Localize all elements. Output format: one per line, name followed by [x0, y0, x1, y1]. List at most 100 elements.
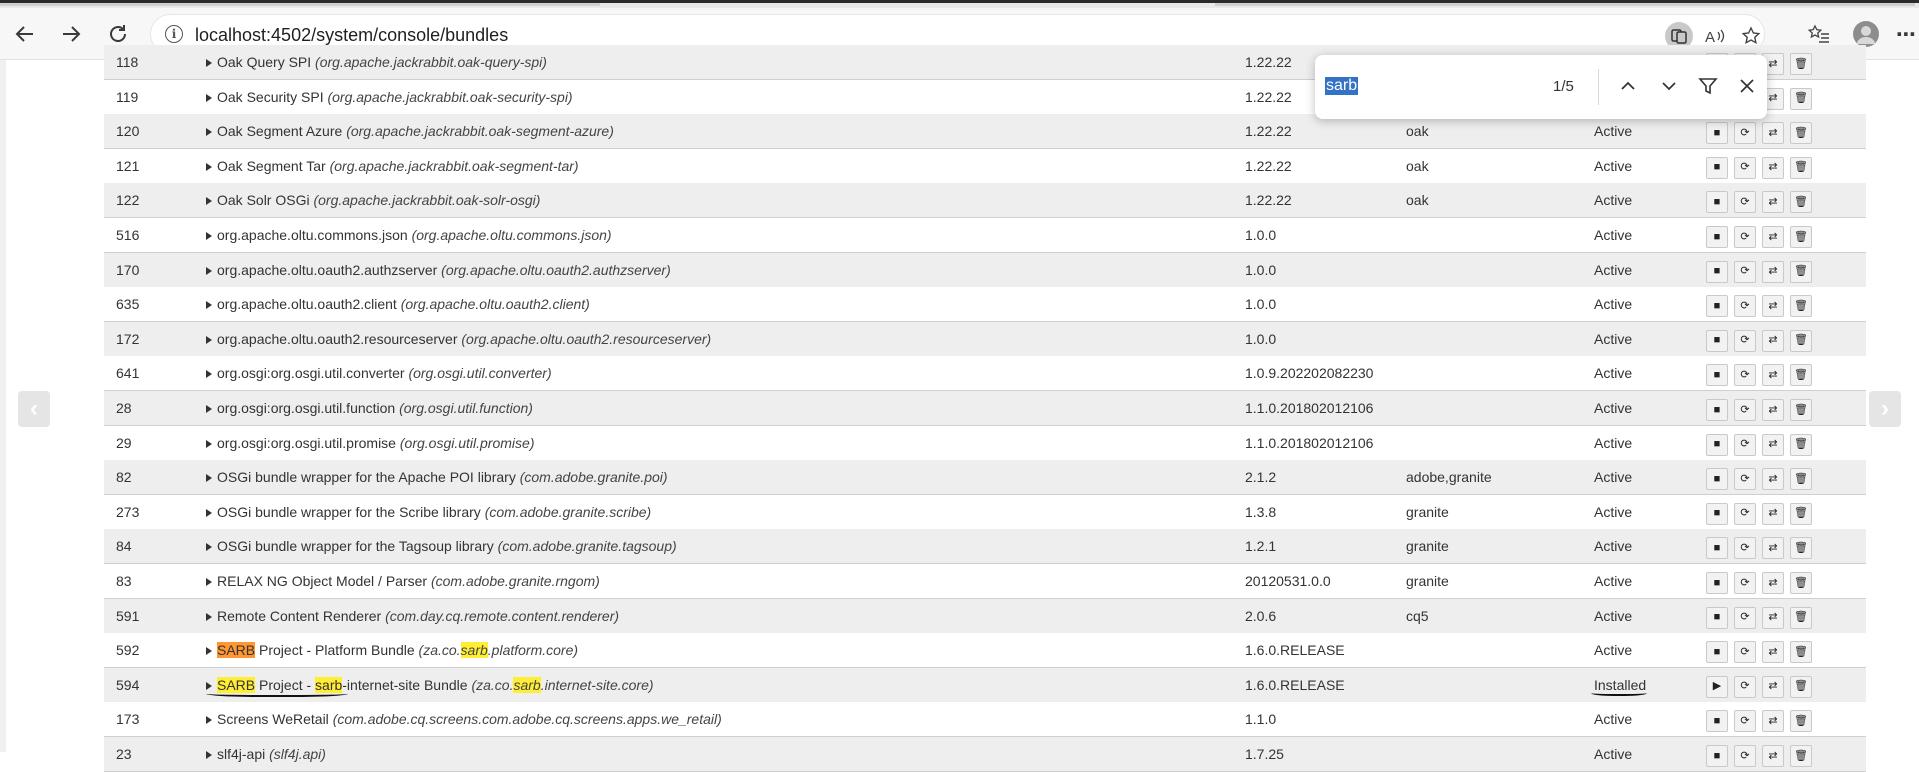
bundle-name[interactable]: Remote Content Renderer (com.day.cq.remo…: [206, 608, 619, 624]
find-previous-chevron-up-icon[interactable]: [1615, 73, 1641, 99]
refresh-button[interactable]: ⟳: [1734, 295, 1756, 318]
expand-triangle-icon[interactable]: [206, 508, 212, 517]
bundle-name[interactable]: org.apache.oltu.commons.json (org.apache…: [206, 227, 612, 243]
update-button[interactable]: ⇄: [1762, 572, 1784, 594]
bundle-name[interactable]: slf4j-api (slf4j.api): [206, 746, 326, 762]
bundle-name[interactable]: Oak Security SPI (org.apache.jackrabbit.…: [206, 89, 573, 105]
refresh-button[interactable]: ⟳: [1734, 675, 1756, 698]
bundle-name-text[interactable]: Oak Security SPI: [217, 89, 327, 105]
bundle-name-text[interactable]: Oak Segment Azure: [217, 123, 346, 139]
favorites-list-icon[interactable]: [1805, 20, 1833, 48]
bundle-name-text[interactable]: Oak Solr OSGi: [217, 192, 313, 208]
bundle-name-text[interactable]: OSGi bundle wrapper for the Apache POI l…: [217, 469, 520, 485]
expand-triangle-icon[interactable]: [206, 128, 212, 137]
stop-button[interactable]: ■: [1706, 364, 1728, 387]
update-button[interactable]: ⇄: [1762, 122, 1784, 145]
stop-button[interactable]: ■: [1706, 710, 1728, 733]
delete-button[interactable]: 🗑: [1790, 156, 1812, 179]
bundle-name-text[interactable]: Screens WeRetail: [217, 711, 333, 727]
bundle-name-text[interactable]: org.apache.oltu.oauth2.resourceserver: [217, 331, 461, 347]
stop-button[interactable]: ■: [1706, 537, 1728, 560]
refresh-button[interactable]: ⟳: [1734, 122, 1756, 145]
stop-button[interactable]: ■: [1706, 156, 1728, 179]
delete-button[interactable]: 🗑: [1790, 295, 1812, 318]
delete-button[interactable]: 🗑: [1790, 226, 1812, 248]
bundle-name[interactable]: org.osgi:org.osgi.util.promise (org.osgi…: [206, 435, 534, 451]
bundle-name-text[interactable]: org.osgi:org.osgi.util.function: [217, 400, 399, 416]
stop-button[interactable]: ■: [1706, 641, 1728, 664]
refresh-button[interactable]: ⟳: [1734, 537, 1756, 560]
refresh-button[interactable]: ⟳: [1734, 399, 1756, 421]
expand-triangle-icon[interactable]: [206, 751, 212, 759]
bundle-name[interactable]: org.apache.oltu.oauth2.client (org.apach…: [206, 296, 590, 312]
update-button[interactable]: ⇄: [1762, 537, 1784, 560]
back-icon[interactable]: [11, 20, 39, 48]
bundle-name[interactable]: Oak Segment Azure (org.apache.jackrabbit…: [206, 123, 614, 139]
stop-button[interactable]: ■: [1706, 191, 1728, 214]
refresh-button[interactable]: ⟳: [1734, 710, 1756, 733]
update-button[interactable]: ⇄: [1762, 502, 1784, 525]
stop-button[interactable]: ■: [1706, 502, 1728, 525]
forward-icon[interactable]: [57, 20, 85, 48]
reload-icon[interactable]: [104, 20, 132, 48]
delete-button[interactable]: 🗑: [1790, 53, 1812, 75]
bundle-name-text[interactable]: org.apache.oltu.oauth2.authzserver: [217, 262, 441, 278]
update-button[interactable]: ⇄: [1762, 226, 1784, 248]
bundle-name[interactable]: OSGi bundle wrapper for the Scribe libra…: [206, 504, 651, 520]
stop-button[interactable]: ■: [1706, 399, 1728, 421]
bundle-name[interactable]: SARB Project - Platform Bundle (za.co.sa…: [206, 642, 578, 659]
bundle-name[interactable]: OSGi bundle wrapper for the Apache POI l…: [206, 469, 668, 485]
delete-button[interactable]: 🗑: [1790, 606, 1812, 629]
refresh-button[interactable]: ⟳: [1734, 641, 1756, 664]
update-button[interactable]: ⇄: [1762, 641, 1784, 664]
bundle-name-text[interactable]: org.apache.oltu.commons.json: [217, 227, 412, 243]
bundle-name-text[interactable]: slf4j-api: [217, 746, 269, 762]
bundle-name-text[interactable]: RELAX NG Object Model / Parser: [217, 573, 431, 589]
bundle-name-text[interactable]: Remote Content Renderer: [217, 608, 385, 624]
refresh-button[interactable]: ⟳: [1734, 329, 1756, 352]
expand-triangle-icon[interactable]: [206, 474, 212, 483]
bundle-name[interactable]: RELAX NG Object Model / Parser (com.adob…: [206, 573, 600, 589]
url-text[interactable]: localhost:4502/system/console/bundles: [195, 25, 508, 46]
refresh-button[interactable]: ⟳: [1734, 226, 1756, 248]
update-button[interactable]: ⇄: [1762, 329, 1784, 352]
bundle-name-text[interactable]: OSGi bundle wrapper for the Scribe libra…: [217, 504, 485, 520]
stop-button[interactable]: ■: [1706, 745, 1728, 767]
stop-button[interactable]: ■: [1706, 295, 1728, 318]
refresh-button[interactable]: ⟳: [1734, 606, 1756, 629]
update-button[interactable]: ⇄: [1762, 364, 1784, 387]
update-button[interactable]: ⇄: [1762, 710, 1784, 733]
expand-triangle-icon[interactable]: [206, 59, 212, 67]
refresh-button[interactable]: ⟳: [1734, 156, 1756, 179]
delete-button[interactable]: 🗑: [1790, 675, 1812, 698]
refresh-button[interactable]: ⟳: [1734, 502, 1756, 525]
expand-triangle-icon[interactable]: [206, 335, 212, 344]
stop-button[interactable]: ■: [1706, 468, 1728, 491]
delete-button[interactable]: 🗑: [1790, 364, 1812, 387]
stop-button[interactable]: ■: [1706, 329, 1728, 352]
find-filter-icon[interactable]: [1695, 73, 1721, 99]
expand-triangle-icon[interactable]: [206, 647, 212, 656]
expand-triangle-icon[interactable]: [206, 266, 212, 275]
stop-button[interactable]: ■: [1706, 122, 1728, 145]
update-button[interactable]: ⇄: [1762, 468, 1784, 491]
find-next-chevron-down-icon[interactable]: [1656, 73, 1682, 99]
bundle-name-text[interactable]: org.osgi:org.osgi.util.promise: [217, 435, 400, 451]
delete-button[interactable]: 🗑: [1790, 710, 1812, 733]
next-page-arrow-icon[interactable]: ›: [1869, 391, 1901, 427]
update-button[interactable]: ⇄: [1762, 156, 1784, 179]
update-button[interactable]: ⇄: [1762, 745, 1784, 767]
update-button[interactable]: ⇄: [1762, 675, 1784, 698]
delete-button[interactable]: 🗑: [1790, 502, 1812, 525]
delete-button[interactable]: 🗑: [1790, 122, 1812, 145]
bundle-name[interactable]: org.osgi:org.osgi.util.converter (org.os…: [206, 365, 552, 381]
refresh-button[interactable]: ⟳: [1734, 260, 1756, 283]
delete-button[interactable]: 🗑: [1790, 745, 1812, 767]
bundle-name[interactable]: Oak Query SPI (org.apache.jackrabbit.oak…: [206, 54, 547, 70]
expand-triangle-icon[interactable]: [206, 439, 212, 448]
delete-button[interactable]: 🗑: [1790, 537, 1812, 560]
bundle-name-text[interactable]: Oak Segment Tar: [217, 158, 330, 174]
expand-triangle-icon[interactable]: [206, 370, 212, 379]
bundle-name[interactable]: org.apache.oltu.oauth2.resourceserver (o…: [206, 331, 711, 347]
profile-avatar[interactable]: [1853, 21, 1879, 47]
